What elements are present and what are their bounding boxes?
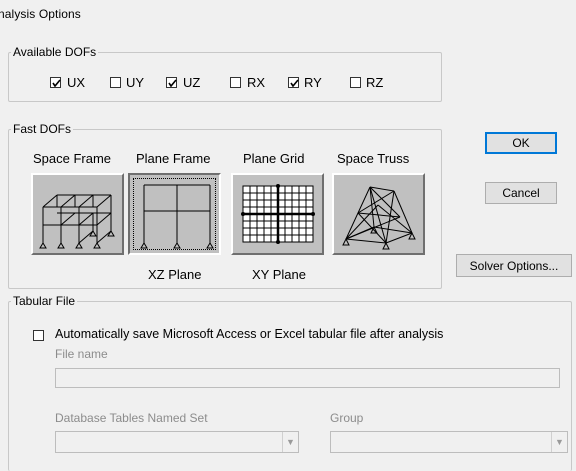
plane-frame-label: Plane Frame [136,151,211,166]
chevron-down-icon[interactable]: ▼ [282,432,298,452]
check-mark-icon [290,79,299,88]
space-truss-icon [342,186,416,250]
fast-dofs-label: Fast DOFs [11,122,74,136]
ux-checkbox[interactable] [50,77,61,88]
ux-label: UX [67,75,86,90]
space-truss-label: Space Truss [337,151,410,166]
available-dofs-label: Available DOFs [11,45,99,59]
uy-checkbox[interactable] [110,77,121,88]
file-name-field[interactable] [55,368,560,388]
auto-save-label: Automatically save Microsoft Access or E… [55,327,444,341]
plane-frame-button[interactable] [128,173,221,255]
rz-label: RZ [366,75,384,90]
xz-plane-label: XZ Plane [148,267,202,282]
database-tables-label: Database Tables Named Set [55,411,208,425]
database-tables-dropdown[interactable]: ▼ [55,431,299,453]
space-frame-icon [39,194,115,249]
auto-save-checkbox[interactable] [33,330,44,341]
chevron-down-icon[interactable]: ▼ [551,432,567,452]
ry-label: RY [304,75,322,90]
window-title: nalysis Options [0,7,81,21]
plane-grid-button[interactable] [231,173,324,255]
rx-checkbox[interactable] [230,77,241,88]
file-name-label: File name [55,347,108,361]
rz-checkbox[interactable] [350,77,361,88]
space-truss-button[interactable] [332,173,425,255]
uy-label: UY [126,75,145,90]
plane-grid-label: Plane Grid [243,151,305,166]
cancel-button[interactable]: Cancel [485,182,557,204]
uz-checkbox[interactable] [166,77,177,88]
solver-options-button[interactable]: Solver Options... [456,254,572,277]
group-dropdown[interactable]: ▼ [330,431,568,453]
ok-button[interactable]: OK [485,132,557,154]
plane-grid-icon [241,184,315,244]
rx-label: RX [247,75,266,90]
xy-plane-label: XY Plane [252,267,306,282]
check-mark-icon [52,79,61,88]
tabular-file-label: Tabular File [11,294,78,308]
space-frame-button[interactable] [31,173,124,255]
group-label: Group [330,411,364,425]
uz-label: UZ [183,75,201,90]
check-mark-icon [168,79,177,88]
plane-frame-icon [140,184,214,249]
space-frame-label: Space Frame [33,151,112,166]
ry-checkbox[interactable] [288,77,299,88]
